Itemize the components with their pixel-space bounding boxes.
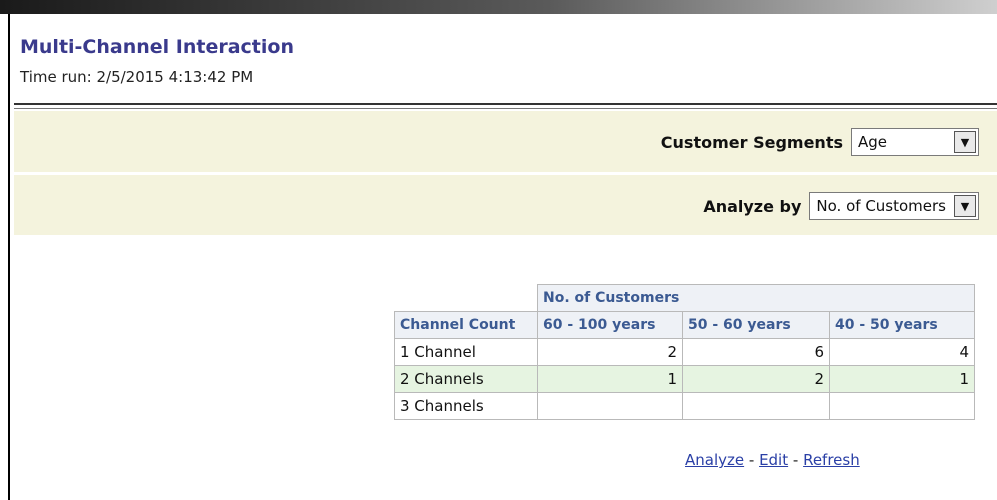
table-cell: 1 (829, 365, 975, 393)
column-header-row: Channel Count 60 - 100 years 50 - 60 yea… (394, 311, 975, 339)
table-cell: 2 (682, 365, 830, 393)
refresh-link[interactable]: Refresh (803, 451, 860, 469)
table-cell (829, 392, 975, 420)
analyze-label: Analyze by (703, 196, 802, 216)
table-cell (537, 392, 683, 420)
link-separator: - (744, 451, 760, 469)
window-top-bar (0, 0, 997, 14)
segments-label: Customer Segments (660, 132, 843, 152)
measure-header-row: No. of Customers (395, 284, 975, 312)
edit-link[interactable]: Edit (759, 451, 788, 469)
divider (14, 103, 997, 105)
row-label: 3 Channels (394, 392, 538, 420)
table-cell: 1 (537, 365, 683, 393)
measure-header: No. of Customers (537, 284, 975, 312)
segments-prompt: Customer Segments Age ▼ (661, 128, 979, 156)
dropdown-arrow-icon[interactable]: ▼ (954, 195, 976, 217)
table-row: 1 Channel 2 6 4 (394, 338, 975, 366)
report-links: Analyze - Edit - Refresh (685, 451, 860, 469)
row-header: Channel Count (394, 311, 538, 339)
analyze-select[interactable]: No. of Customers ▼ (809, 192, 979, 220)
column-header: 40 - 50 years (829, 311, 975, 339)
table-row: 3 Channels (394, 392, 975, 420)
frame-border (8, 14, 10, 500)
column-header: 60 - 100 years (537, 311, 683, 339)
row-label: 2 Channels (394, 365, 538, 393)
analyze-prompt: Analyze by No. of Customers ▼ (703, 192, 979, 220)
segments-value: Age (858, 133, 888, 151)
divider (14, 108, 997, 109)
table-corner (395, 285, 538, 312)
time-run-label: Time run: 2/5/2015 4:13:42 PM (20, 68, 254, 86)
analyze-value: No. of Customers (816, 197, 946, 215)
link-separator: - (788, 451, 804, 469)
dropdown-arrow-icon[interactable]: ▼ (954, 131, 976, 153)
table-cell: 4 (829, 338, 975, 366)
prompt-band-segments: Customer Segments Age ▼ (14, 111, 997, 174)
table-cell: 6 (682, 338, 830, 366)
column-header: 50 - 60 years (682, 311, 830, 339)
table-cell: 2 (537, 338, 683, 366)
segments-select[interactable]: Age ▼ (851, 128, 979, 156)
table-row: 2 Channels 1 2 1 (394, 365, 975, 393)
page-title: Multi-Channel Interaction (20, 36, 294, 58)
analyze-link[interactable]: Analyze (685, 451, 744, 469)
table-cell (682, 392, 830, 420)
prompt-band-analyze: Analyze by No. of Customers ▼ (14, 175, 997, 235)
row-label: 1 Channel (394, 338, 538, 366)
pivot-table: No. of Customers Channel Count 60 - 100 … (394, 284, 975, 420)
